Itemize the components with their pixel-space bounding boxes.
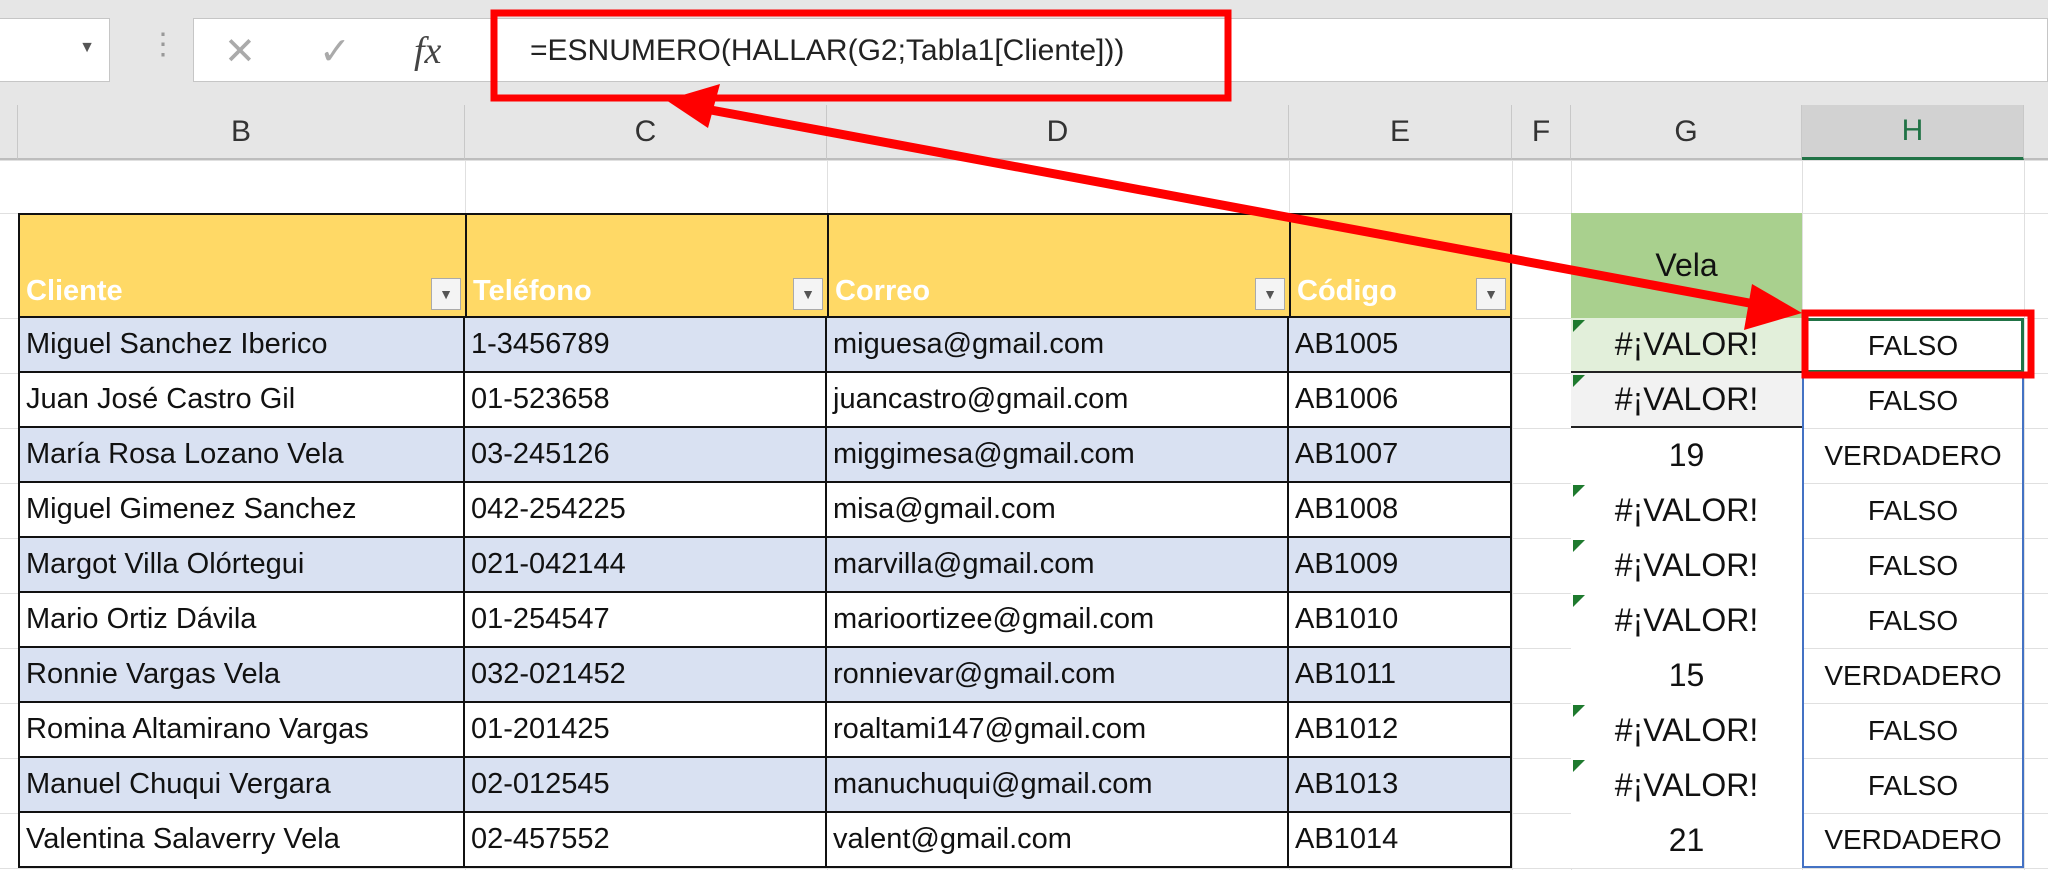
- arrow-head-left: [666, 84, 720, 128]
- arrow-line: [699, 103, 1761, 310]
- cell-highlight-box: [1801, 309, 2035, 379]
- formula-highlight-box: [490, 9, 1232, 102]
- arrow-head-right: [1744, 284, 1802, 330]
- annotation-layer: [490, 9, 2035, 379]
